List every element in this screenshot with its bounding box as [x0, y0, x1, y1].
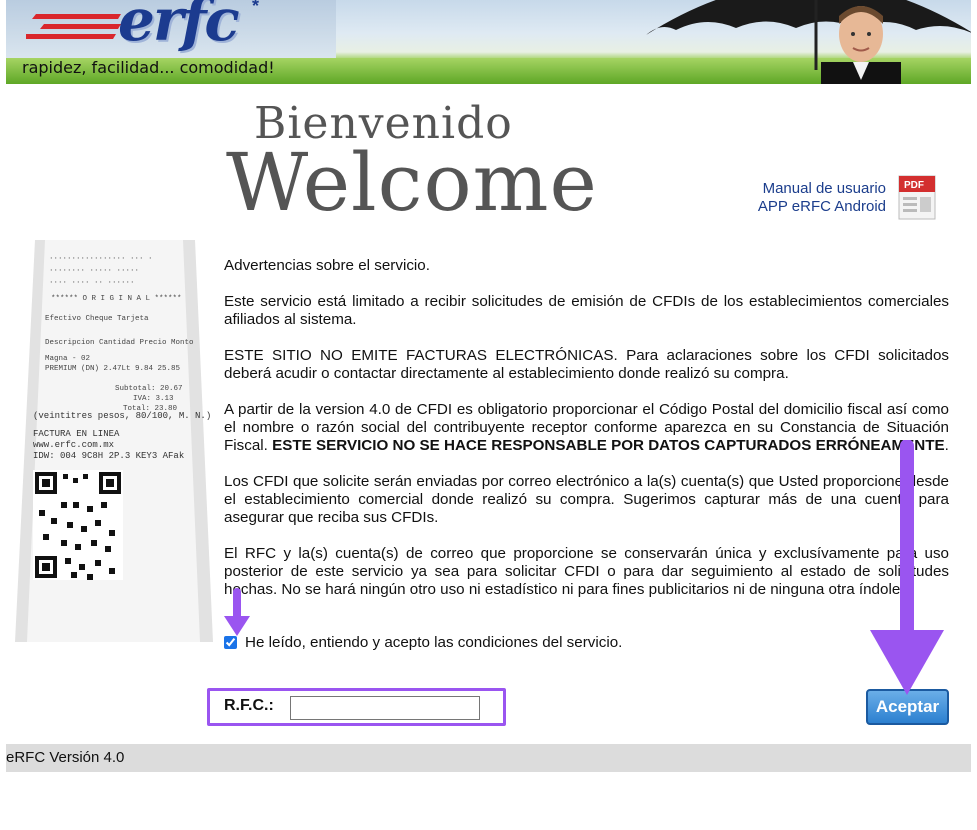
receipt-line: IVA: 3.13: [133, 395, 174, 403]
welcome-title-en: Welcome: [226, 136, 598, 229]
logo: erfc: [118, 0, 240, 54]
rfc-label: R.F.C.:: [224, 697, 274, 714]
receipt-line: Subtotal: 20.67: [115, 385, 183, 393]
terms-heading: Advertencias sobre el servicio.: [224, 257, 430, 274]
receipt-line: FACTURA EN LINEA: [33, 429, 120, 439]
arrow-down-icon: [870, 440, 944, 695]
svg-text:········ ····· ·····: ········ ····· ·····: [49, 267, 139, 275]
terms-paragraph: El RFC y la(s) cuenta(s) de correo que p…: [224, 545, 949, 598]
receipt-line: Descripcion Cantidad Precio Monto: [45, 339, 194, 347]
terms-paragraph: A partir de la version 4.0 de CFDI es ob…: [224, 401, 949, 455]
footer: eRFC Versión 4.0: [6, 744, 971, 772]
receipt-line: www.erfc.com.mx: [33, 440, 114, 450]
version-label: eRFC Versión 4.0: [6, 749, 125, 766]
arrow-down-icon: [224, 588, 250, 636]
svg-text:················· ··· ·: ················· ··· ·: [49, 255, 153, 263]
svg-text:···· ···· ·· ······: ···· ···· ·· ······: [49, 279, 135, 287]
receipt-line: IDW: 004 9C8H 2P.3 KEY3 AFak: [33, 451, 184, 461]
terms-paragraph: ESTE SITIO NO EMITE FACTURAS ELECTRÓNICA…: [224, 347, 949, 382]
rfc-input[interactable]: [290, 696, 480, 720]
terms-content: Advertencias sobre el servicio. Este ser…: [224, 257, 949, 617]
manual-links: Manual de usuario APP eRFC Android: [758, 180, 886, 216]
businessman-image: [821, 6, 901, 84]
receipt-image: ················· ··· · ········ ····· ·…: [15, 240, 213, 642]
receipt-line: Magna - 02: [45, 355, 90, 363]
tagline: rapidez, facilidad... comodidad!: [22, 58, 275, 77]
terms-warning: ESTE SERVICIO NO SE HACE RESPONSABLE POR…: [272, 437, 945, 454]
receipt-line: (veintitres pesos, 80/100, M. N.): [33, 411, 211, 421]
user-manual-link[interactable]: Manual de usuario: [758, 180, 886, 198]
android-app-link[interactable]: APP eRFC Android: [758, 198, 886, 216]
accept-terms-row: He leído, entiendo y acepto las condicio…: [224, 634, 622, 651]
accept-terms-label[interactable]: He leído, entiendo y acepto las condicio…: [245, 634, 622, 651]
welcome-heading: Bienvenido Welcome: [226, 98, 597, 229]
terms-paragraph: Este servicio está limitado a recibir so…: [224, 293, 949, 328]
umbrella-icon: [646, 0, 971, 70]
logo-star-icon: *: [252, 0, 260, 16]
header-banner: erfc * rapidez, facilidad... comodidad!: [6, 0, 971, 84]
receipt-line: PREMIUM (DN) 2.47Lt 9.84 25.85: [45, 365, 181, 373]
svg-text:Efectivo Cheque Tarjeta: Efectivo Cheque Tarjeta: [45, 315, 149, 323]
pdf-icon-label: PDF: [904, 180, 924, 191]
terms-paragraph: Los CFDI que solicite serán enviadas por…: [224, 473, 949, 526]
logo-speed-lines-icon: [26, 14, 121, 39]
pdf-icon[interactable]: PDF: [898, 175, 936, 220]
svg-text:****** O R I G I N A L ******: ****** O R I G I N A L ******: [51, 295, 182, 303]
qr-code-icon: [33, 470, 123, 580]
